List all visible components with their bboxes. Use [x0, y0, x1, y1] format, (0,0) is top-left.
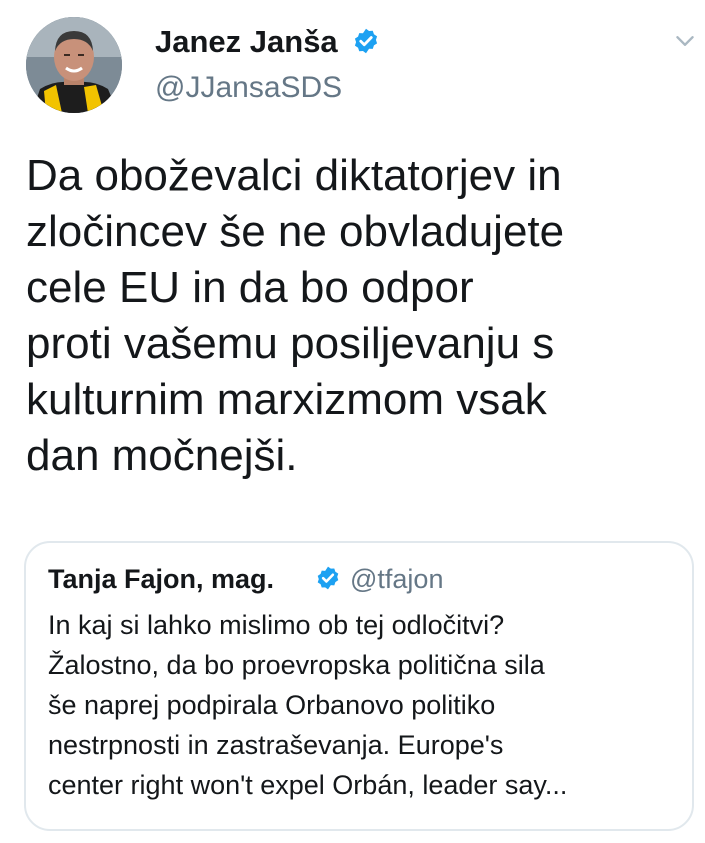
author-avatar[interactable] — [26, 17, 122, 113]
quoted-author-handle: @tfajon — [350, 564, 444, 594]
author-name[interactable]: Janez Janša — [155, 22, 338, 62]
tweet-text-line: proti vašemu posiljevanju s — [26, 319, 555, 368]
quoted-author-name: Tanja Fajon, mag. — [48, 564, 275, 594]
chevron-down-icon[interactable] — [672, 28, 698, 54]
tweet-text-line: zločincev še ne obvladujete — [26, 207, 565, 256]
verified-badge-icon — [317, 566, 339, 590]
quoted-text-line: center right won't expel Orbán, leader s… — [48, 770, 568, 800]
quoted-text-line: nestrpnosti in zastraševanja. Europe's — [48, 730, 504, 760]
author-handle[interactable]: @JJansaSDS — [155, 68, 342, 108]
tweet: Janez Janša @JJansaSDS Da oboževalci dik… — [0, 0, 705, 843]
tweet-text-line: cele EU in da bo odpor — [26, 263, 474, 312]
quoted-tweet-text: In kaj si lahko mislimo ob tej odločitvi… — [48, 605, 678, 805]
quoted-text-line: In kaj si lahko mislimo ob tej odločitvi… — [48, 610, 505, 640]
quoted-text-line: Žalostno, da bo proevropska politična si… — [48, 650, 545, 680]
tweet-text: Da oboževalci diktatorjev in zločincev š… — [26, 148, 686, 484]
tweet-text-line: kulturnim marxizmom vsak — [26, 375, 547, 424]
profile-photo — [26, 17, 122, 113]
quoted-text-line: še naprej podpirala Orbanovo politiko — [48, 690, 496, 720]
tweet-text-line: Da oboževalci diktatorjev in — [26, 151, 562, 200]
quoted-tweet-card[interactable]: Tanja Fajon, mag. @tfajon In kaj si lahk… — [24, 541, 694, 831]
tweet-text-line: dan močnejši. — [26, 431, 298, 480]
verified-badge-icon — [354, 28, 378, 54]
